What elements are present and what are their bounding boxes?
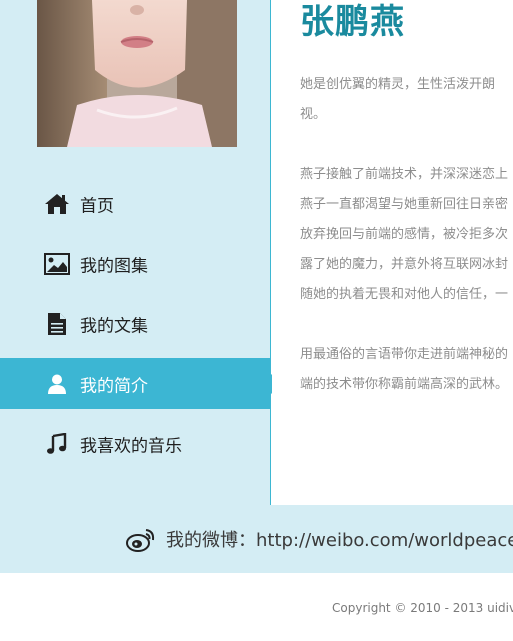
profile-name: 张鹏燕 (300, 2, 405, 42)
nav-label: 我的图集 (80, 256, 148, 276)
document-icon (44, 312, 70, 336)
nav-item-profile[interactable]: 我的简介 (0, 358, 282, 409)
user-icon (44, 372, 70, 396)
footer: Copyright © 2010 - 2013 uidiv.com (0, 573, 513, 641)
music-icon (44, 432, 70, 456)
nav-item-articles[interactable]: 我的文集 (0, 298, 271, 349)
bio-line: 燕子一直都渴望与她重新回往日亲密 (300, 197, 509, 212)
bio-paragraph-3: 用最通俗的言语带你走进前端神秘的 端的技术带你称霸前端高深的武林。 (300, 340, 513, 400)
weibo-bar: 我的微博：http://weibo.com/worldpeace (0, 505, 513, 573)
nav-item-music[interactable]: 我喜欢的音乐 (0, 418, 271, 469)
avatar-photo (37, 0, 237, 147)
main-content: 张鹏燕 她是创优翼的精灵，生性活泼开朗 视。 燕子接触了前端技术，并深深迷恋上 … (272, 0, 513, 505)
bio-line: 她是创优翼的精灵，生性活泼开朗 (300, 77, 496, 92)
image-icon (44, 252, 70, 276)
avatar (37, 0, 237, 147)
bio-line: 端的技术带你称霸前端高深的武林。 (300, 377, 509, 392)
bio-line: 用最通俗的言语带你走进前端神秘的 (300, 347, 509, 362)
bio-paragraph-2: 燕子接触了前端技术，并深深迷恋上 燕子一直都渴望与她重新回往日亲密 放弃挽回与前… (300, 160, 513, 310)
nav-label: 我的文集 (80, 316, 148, 336)
nav-label: 我喜欢的音乐 (80, 436, 182, 456)
nav-item-home[interactable]: 首页 (0, 178, 271, 229)
bio-line: 视。 (300, 107, 327, 122)
weibo-icon[interactable] (126, 527, 156, 553)
nav-item-gallery[interactable]: 我的图集 (0, 238, 271, 289)
bio-line: 随她的执着无畏和对他人的信任，一 (300, 287, 509, 302)
bio-line: 放弃挽回与前端的感情，被冷拒多次 (300, 227, 509, 242)
weibo-link[interactable]: 我的微博：http://weibo.com/worldpeace (166, 526, 513, 552)
bio-line: 燕子接触了前端技术，并深深迷恋上 (300, 167, 509, 182)
nav-label: 首页 (80, 196, 114, 216)
copyright-text: Copyright © 2010 - 2013 uidiv.com (332, 601, 513, 615)
sidebar: 首页 我的图集 我的文集 我的简介 我喜欢的音乐 (0, 0, 282, 505)
home-icon (44, 192, 70, 216)
nav-label: 我的简介 (80, 376, 148, 396)
bio-paragraph-1: 她是创优翼的精灵，生性活泼开朗 视。 (300, 70, 513, 130)
bio-line: 露了她的魔力，并意外将互联网冰封 (300, 257, 509, 272)
